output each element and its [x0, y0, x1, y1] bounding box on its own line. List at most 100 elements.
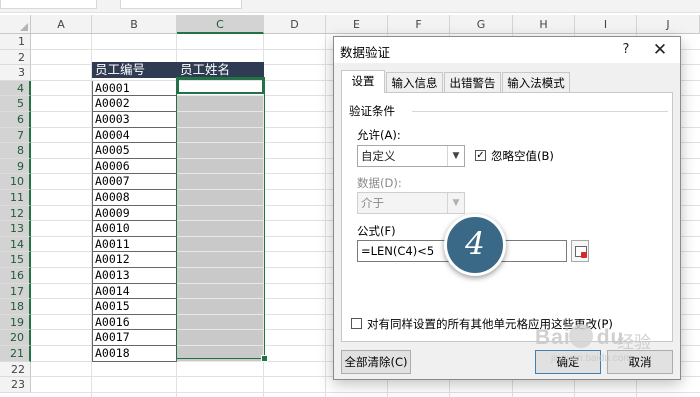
row-header[interactable]: 1: [0, 34, 31, 50]
row-header[interactable]: 16: [0, 268, 31, 284]
tab-settings[interactable]: 设置: [341, 70, 385, 93]
employee-name-cell[interactable]: [177, 299, 264, 315]
name-box[interactable]: [0, 0, 97, 9]
row-header[interactable]: 21: [0, 346, 31, 362]
row-header[interactable]: 8: [0, 143, 31, 159]
allow-select-value: 自定义: [361, 149, 396, 163]
employee-id-cell[interactable]: A0015: [92, 299, 177, 315]
employee-id-cell[interactable]: A0011: [92, 236, 177, 253]
ok-button[interactable]: 确定: [535, 350, 601, 374]
ignore-blank-label[interactable]: 忽略空值(B): [491, 148, 554, 164]
select-all-corner[interactable]: [0, 15, 31, 34]
employee-id-cell[interactable]: A0007: [92, 174, 177, 190]
employee-name-cell[interactable]: [177, 346, 264, 362]
employee-id-cell[interactable]: A0018: [92, 346, 177, 362]
formula-input[interactable]: [120, 0, 242, 9]
row-header[interactable]: 13: [0, 221, 31, 237]
employee-id-cell[interactable]: A0002: [92, 96, 177, 112]
row-header[interactable]: 10: [0, 174, 31, 190]
ignore-blank-checkbox[interactable]: ✓: [475, 150, 486, 161]
row-header[interactable]: 2: [0, 49, 31, 66]
row-header[interactable]: 11: [0, 190, 31, 206]
employee-name-cell[interactable]: [177, 205, 264, 222]
employee-name-cell[interactable]: [177, 143, 264, 159]
header-employee-name[interactable]: 员工姓名: [177, 62, 264, 78]
employee-name-cell[interactable]: [177, 158, 264, 175]
employee-name-cell[interactable]: [177, 252, 264, 268]
row-header[interactable]: 9: [0, 158, 31, 175]
row-header[interactable]: 12: [0, 205, 31, 222]
apply-all-checkbox[interactable]: [351, 318, 362, 329]
tab-ime-mode[interactable]: 输入法模式: [502, 72, 570, 92]
employee-name-cell[interactable]: [177, 96, 264, 112]
employee-name-cell[interactable]: [177, 174, 264, 190]
row-header[interactable]: 7: [0, 127, 31, 144]
employee-name-cell[interactable]: [177, 236, 264, 253]
column-header-c[interactable]: C: [177, 15, 264, 34]
row-header[interactable]: 5: [0, 96, 31, 112]
allow-select[interactable]: 自定义 ▼: [357, 145, 465, 167]
employee-id-cell[interactable]: A0005: [92, 143, 177, 159]
clear-all-button[interactable]: 全部清除(C): [341, 350, 411, 374]
employee-id-cell[interactable]: A0012: [92, 252, 177, 268]
row-header[interactable]: 19: [0, 314, 31, 331]
employee-id-cell[interactable]: A0004: [92, 127, 177, 144]
row-header[interactable]: 4: [0, 80, 31, 97]
row-header[interactable]: 18: [0, 299, 31, 315]
employee-id-cell[interactable]: A0003: [92, 112, 177, 128]
column-header-j[interactable]: J: [637, 15, 700, 34]
data-validation-dialog: 数据验证 ? ✕ 设置 输入信息 出错警告 输入法模式 验证条件 允许(A): …: [333, 36, 681, 380]
dialog-titlebar[interactable]: 数据验证 ? ✕: [334, 37, 680, 63]
row-header[interactable]: 17: [0, 283, 31, 300]
range-selector-button[interactable]: [571, 240, 589, 262]
employee-id-cell[interactable]: A0010: [92, 221, 177, 237]
employee-name-cell[interactable]: [177, 330, 264, 346]
column-header-f[interactable]: F: [388, 15, 450, 34]
employee-name-cell[interactable]: [177, 268, 264, 284]
employee-name-cell[interactable]: [177, 314, 264, 331]
cancel-button[interactable]: 取消: [607, 350, 673, 374]
employee-name-cell[interactable]: [177, 283, 264, 300]
row-gridline: [31, 391, 700, 393]
column-header-e[interactable]: E: [326, 15, 388, 34]
row-header[interactable]: 15: [0, 252, 31, 268]
employee-id-cell[interactable]: A0016: [92, 314, 177, 331]
formula-bar-strip: [0, 0, 700, 13]
apply-all-label[interactable]: 对有同样设置的所有其他单元格应用这些更改(P): [367, 316, 613, 332]
data-select[interactable]: 介于 ▼: [357, 192, 465, 214]
header-employee-id[interactable]: 员工编号: [92, 62, 177, 78]
row-header[interactable]: 22: [0, 361, 31, 378]
tab-input-message[interactable]: 输入信息: [386, 72, 443, 92]
employee-id-cell[interactable]: A0008: [92, 190, 177, 206]
help-button[interactable]: ?: [615, 40, 637, 60]
column-gridline: [325, 34, 326, 397]
employee-name-cell[interactable]: [177, 80, 264, 97]
close-button[interactable]: ✕: [647, 40, 673, 60]
employee-name-cell[interactable]: [177, 190, 264, 206]
group-divider: [412, 111, 668, 112]
row-header[interactable]: 23: [0, 377, 31, 393]
criteria-group-label: 验证条件: [349, 104, 395, 118]
row-header[interactable]: 3: [0, 65, 31, 81]
employee-id-cell[interactable]: A0006: [92, 158, 177, 175]
employee-name-cell[interactable]: [177, 112, 264, 128]
column-header-a[interactable]: A: [31, 15, 92, 34]
employee-id-cell[interactable]: A0014: [92, 283, 177, 300]
employee-id-cell[interactable]: A0017: [92, 330, 177, 346]
column-header-b[interactable]: B: [92, 15, 177, 34]
row-header[interactable]: 14: [0, 236, 31, 253]
tab-error-alert[interactable]: 出错警告: [444, 72, 501, 92]
employee-id-cell[interactable]: A0001: [92, 80, 177, 97]
formula-label: 公式(F): [357, 224, 396, 238]
employee-name-cell[interactable]: [177, 221, 264, 237]
column-header-i[interactable]: I: [575, 15, 637, 34]
column-header-g[interactable]: G: [450, 15, 513, 34]
employee-id-cell[interactable]: A0009: [92, 205, 177, 222]
data-label: 数据(D):: [357, 176, 402, 190]
row-header[interactable]: 20: [0, 330, 31, 346]
employee-id-cell[interactable]: A0013: [92, 268, 177, 284]
row-header[interactable]: 6: [0, 112, 31, 128]
employee-name-cell[interactable]: [177, 127, 264, 144]
column-header-d[interactable]: D: [264, 15, 326, 34]
column-header-h[interactable]: H: [513, 15, 575, 34]
